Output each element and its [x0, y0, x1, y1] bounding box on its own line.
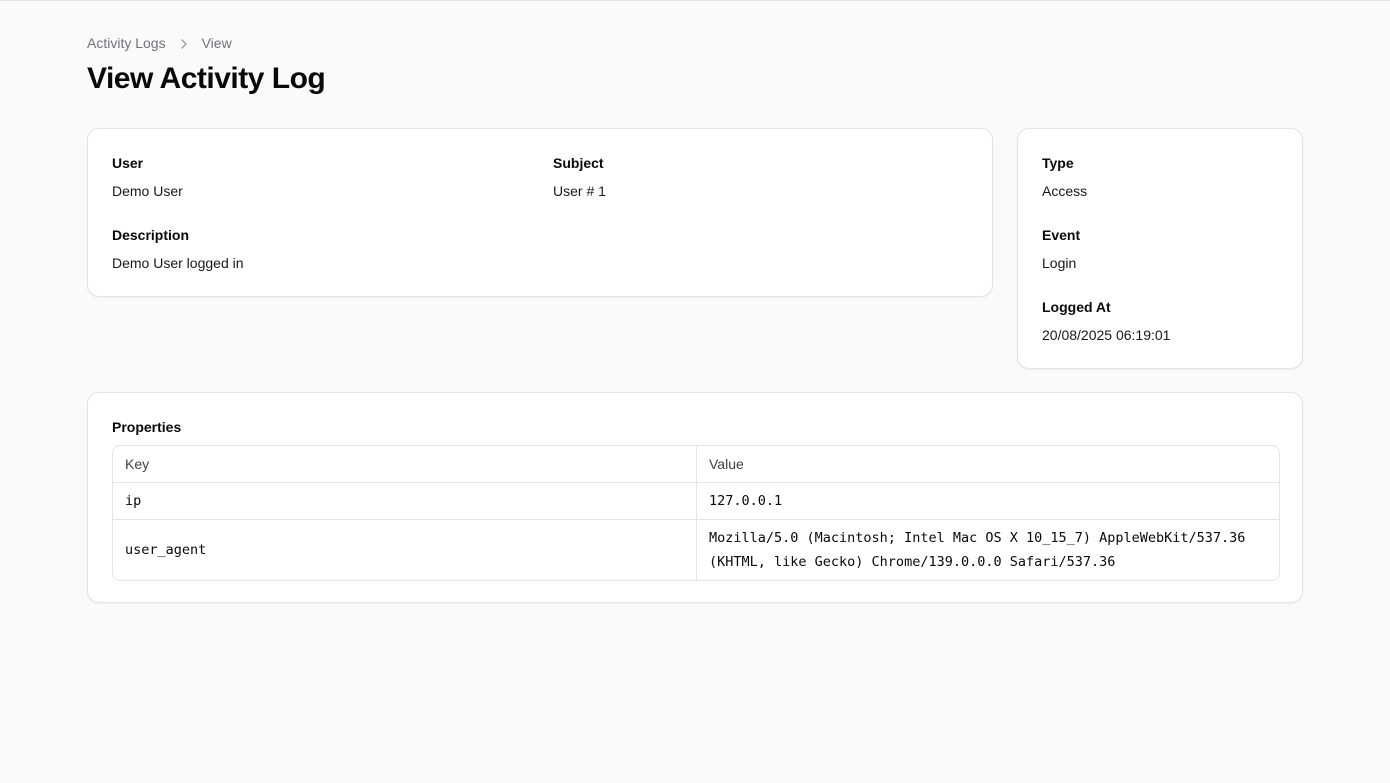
- property-key: ip: [113, 483, 697, 519]
- user-value: Demo User: [112, 183, 183, 199]
- breadcrumb-current: View: [201, 35, 232, 51]
- properties-card: Properties Key Value ip 127.0.0.1 user_a…: [87, 392, 1303, 603]
- table-header-row: Key Value: [113, 446, 1279, 482]
- subject-field: Subject User # 1: [553, 154, 606, 200]
- description-value: Demo User logged in: [112, 255, 244, 271]
- key-column-header: Key: [113, 446, 697, 482]
- breadcrumb: Activity Logs View: [87, 34, 232, 52]
- subject-label: Subject: [553, 155, 604, 171]
- logged-at-label: Logged At: [1042, 299, 1111, 315]
- activity-details-card: User Demo User Subject User # 1 Descript…: [87, 128, 993, 297]
- property-key: user_agent: [113, 520, 697, 580]
- table-row: ip 127.0.0.1: [113, 482, 1279, 519]
- description-label: Description: [112, 227, 190, 243]
- event-field: Event Login: [1042, 226, 1080, 272]
- description-field: Description Demo User logged in: [112, 226, 244, 272]
- subject-value: User # 1: [553, 183, 606, 199]
- user-label: User: [112, 155, 144, 171]
- page-title: View Activity Log: [87, 62, 326, 95]
- logged-at-value: 20/08/2025 06:19:01: [1042, 327, 1171, 343]
- type-label: Type: [1042, 155, 1074, 171]
- chevron-right-icon: [166, 35, 202, 51]
- property-value: 127.0.0.1: [709, 493, 783, 509]
- event-value: Login: [1042, 255, 1077, 271]
- properties-table: Key Value ip 127.0.0.1 user_agent Mozill…: [112, 445, 1280, 581]
- table-row: user_agent Mozilla/5.0 (Macintosh; Intel…: [113, 519, 1279, 580]
- activity-meta-card: Type Access Event Login Logged At 20/08/…: [1017, 128, 1303, 369]
- event-label: Event: [1042, 227, 1081, 243]
- logged-at-field: Logged At 20/08/2025 06:19:01: [1042, 298, 1170, 344]
- breadcrumb-activity-logs-link[interactable]: Activity Logs: [87, 35, 166, 51]
- user-field: User Demo User: [112, 154, 183, 200]
- type-value: Access: [1042, 183, 1088, 199]
- properties-label: Properties: [112, 419, 182, 435]
- property-value: Mozilla/5.0 (Macintosh; Intel Mac OS X 1…: [709, 530, 1246, 570]
- type-field: Type Access: [1042, 154, 1087, 200]
- value-column-header: Value: [709, 456, 744, 472]
